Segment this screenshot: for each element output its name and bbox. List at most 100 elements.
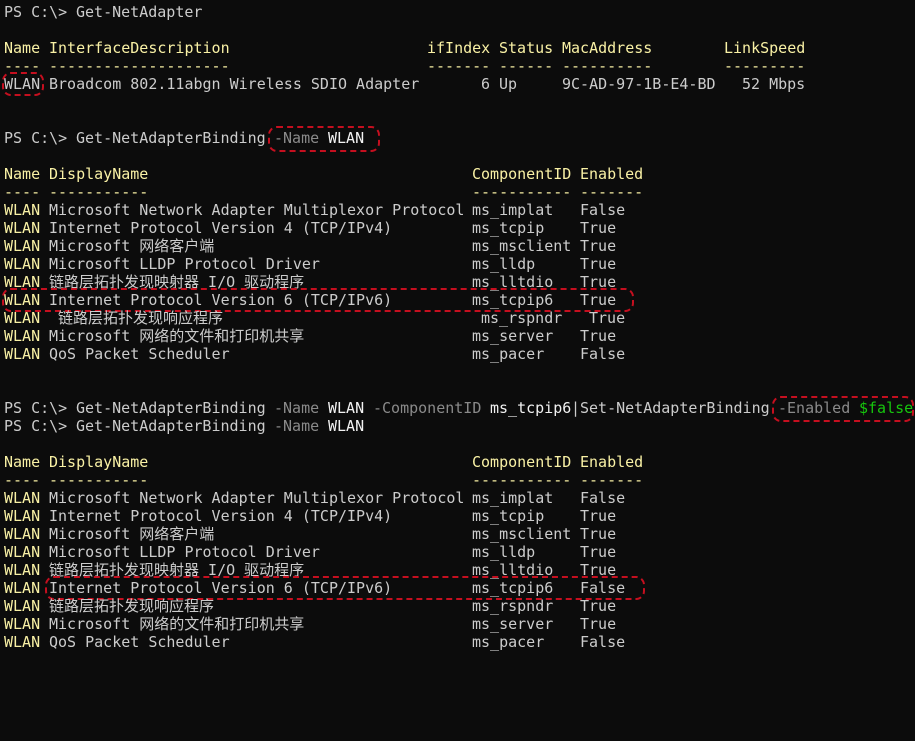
separator: ------- bbox=[580, 183, 644, 201]
row-enabled: True bbox=[580, 597, 617, 615]
pipe-operator: | bbox=[571, 399, 581, 417]
binding-table-header: Name DisplayName ComponentID Enabled bbox=[4, 165, 643, 183]
row-enabled: False bbox=[580, 633, 626, 651]
binding-row: WLAN Microsoft 网络的文件和打印机共享 ms_server Tru… bbox=[4, 327, 616, 345]
row-name: WLAN bbox=[4, 633, 41, 651]
binding-row: WLAN Internet Protocol Version 4 (TCP/IP… bbox=[4, 507, 616, 525]
binding-row: WLAN 链路层拓扑发现映射器 I/O 驱动程序 ms_lltdio True bbox=[4, 561, 616, 579]
col-header-ifindex: ifIndex bbox=[427, 39, 491, 57]
prompt: PS C:\> bbox=[4, 129, 68, 147]
row-name: WLAN bbox=[4, 201, 41, 219]
adapter-status: Up bbox=[499, 75, 518, 93]
row-name: WLAN bbox=[4, 309, 41, 327]
row-enabled: False bbox=[580, 345, 626, 363]
row-component-id: ms_rspndr bbox=[472, 597, 554, 615]
row-display-name: Microsoft Network Adapter Multiplexor Pr… bbox=[49, 201, 465, 219]
col-header-enabled: Enabled bbox=[580, 165, 644, 183]
row-enabled: True bbox=[580, 219, 617, 237]
param-component-id: -ComponentID bbox=[373, 399, 482, 417]
separator: ------- bbox=[427, 57, 491, 75]
row-display-name: Microsoft LLDP Protocol Driver bbox=[49, 255, 320, 273]
binding-row: WLAN Microsoft 网络客户端 ms_msclient True bbox=[4, 237, 616, 255]
row-name: WLAN bbox=[4, 579, 41, 597]
row-display-name: Microsoft 网络客户端 bbox=[49, 525, 215, 543]
row-enabled: True bbox=[580, 543, 617, 561]
highlight-adapter-name bbox=[2, 72, 44, 96]
separator: ----------- bbox=[472, 183, 572, 201]
adapter-ifindex: 6 bbox=[481, 75, 491, 93]
binding-row: WLAN 链路层拓扑发现响应程序 ms_rspndr True bbox=[4, 597, 616, 615]
row-enabled: True bbox=[589, 309, 626, 327]
row-component-id: ms_lldp bbox=[472, 255, 536, 273]
row-enabled: False bbox=[580, 201, 626, 219]
binding-row: WLAN Internet Protocol Version 4 (TCP/IP… bbox=[4, 219, 616, 237]
command-text: Get-NetAdapterBinding bbox=[76, 129, 266, 147]
row-component-id: ms_msclient bbox=[472, 525, 572, 543]
col-header-name: Name bbox=[4, 453, 41, 471]
adapter-description: Broadcom 802.11abgn Wireless SDIO Adapte… bbox=[49, 75, 420, 93]
separator: ---- bbox=[4, 183, 41, 201]
separator: ---- bbox=[4, 471, 41, 489]
row-enabled: False bbox=[580, 489, 626, 507]
binding-row: WLAN Microsoft LLDP Protocol Driver ms_l… bbox=[4, 543, 616, 561]
row-component-id: ms_lldp bbox=[472, 543, 536, 561]
row-display-name: 链路层拓扑发现响应程序 bbox=[58, 309, 224, 327]
row-component-id: ms_implat bbox=[472, 201, 554, 219]
binding-row: WLAN Microsoft 网络客户端 ms_msclient True bbox=[4, 525, 616, 543]
row-name: WLAN bbox=[4, 507, 41, 525]
separator: -------------------- bbox=[49, 57, 230, 75]
command2-text: Set-NetAdapterBinding bbox=[580, 399, 770, 417]
command-text: Get-NetAdapterBinding bbox=[76, 417, 266, 435]
prompt: PS C:\> bbox=[4, 399, 68, 417]
row-name: WLAN bbox=[4, 345, 41, 363]
row-component-id: ms_msclient bbox=[472, 237, 572, 255]
command-text: Get-NetAdapterBinding bbox=[76, 399, 266, 417]
row-component-id: ms_implat bbox=[472, 489, 554, 507]
binding-table-separator: ---- ----------- ----------- ------- bbox=[4, 471, 643, 489]
prompt: PS C:\> bbox=[4, 417, 68, 435]
row-display-name: Microsoft 网络客户端 bbox=[49, 237, 215, 255]
col-header-component-id: ComponentID bbox=[472, 165, 572, 183]
col-header-name: Name bbox=[4, 39, 41, 57]
col-header-mac-address: MacAddress bbox=[562, 39, 653, 57]
row-component-id: ms_rspndr bbox=[481, 309, 563, 327]
row-component-id: ms_tcpip bbox=[472, 219, 545, 237]
row-display-name: Microsoft LLDP Protocol Driver bbox=[49, 543, 320, 561]
col-header-component-id: ComponentID bbox=[472, 453, 572, 471]
col-header-name: Name bbox=[4, 165, 41, 183]
row-name: WLAN bbox=[4, 489, 41, 507]
separator: --------- bbox=[724, 57, 806, 75]
highlight-name-param bbox=[268, 126, 380, 152]
row-name: WLAN bbox=[4, 237, 41, 255]
row-name: WLAN bbox=[4, 597, 41, 615]
row-enabled: True bbox=[580, 525, 617, 543]
adapter-table-header: Name InterfaceDescription ifIndex Status… bbox=[4, 39, 805, 57]
col-header-display-name: DisplayName bbox=[49, 453, 149, 471]
param-name: -Name bbox=[274, 417, 320, 435]
separator: ------- bbox=[580, 471, 644, 489]
row-enabled: True bbox=[580, 327, 617, 345]
row-display-name: QoS Packet Scheduler bbox=[49, 633, 230, 651]
param-name: -Name bbox=[274, 399, 320, 417]
row-component-id: ms_server bbox=[472, 615, 554, 633]
binding-row: WLAN Microsoft 网络的文件和打印机共享 ms_server Tru… bbox=[4, 615, 616, 633]
separator: ---------- bbox=[562, 57, 653, 75]
col-header-display-name: DisplayName bbox=[49, 165, 149, 183]
binding-row: WLAN Internet Protocol Version 6 (TCP/IP… bbox=[4, 579, 625, 597]
row-display-name: Microsoft Network Adapter Multiplexor Pr… bbox=[49, 489, 465, 507]
row-name: WLAN bbox=[4, 615, 41, 633]
param-component-id-value: ms_tcpip6 bbox=[490, 399, 572, 417]
row-component-id: ms_pacer bbox=[472, 345, 545, 363]
binding-table-header: Name DisplayName ComponentID Enabled bbox=[4, 453, 643, 471]
row-enabled: True bbox=[580, 615, 617, 633]
param-name-value: WLAN bbox=[328, 399, 365, 417]
row-enabled: True bbox=[580, 237, 617, 255]
row-enabled: True bbox=[580, 255, 617, 273]
binding-row: WLAN QoS Packet Scheduler ms_pacer False bbox=[4, 345, 625, 363]
command-line-get-netadapter: PS C:\> Get-NetAdapter bbox=[4, 3, 202, 21]
row-display-name: Internet Protocol Version 4 (TCP/IPv4) bbox=[49, 507, 393, 525]
adapter-link-speed: 52 Mbps bbox=[742, 75, 806, 93]
row-display-name: 链路层拓扑发现响应程序 bbox=[49, 597, 215, 615]
binding-row: WLAN 链路层拓扑发现响应程序 ms_rspndr True bbox=[4, 309, 625, 327]
powershell-terminal[interactable]: PS C:\> Get-NetAdapter Name InterfaceDes… bbox=[0, 0, 915, 653]
